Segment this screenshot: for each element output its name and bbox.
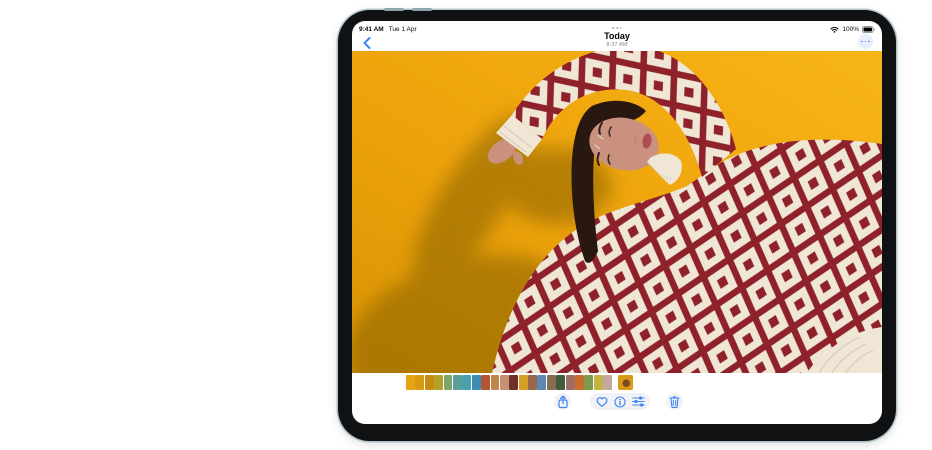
filmstrip-thumbnail[interactable] xyxy=(509,375,518,390)
chevron-left-icon xyxy=(363,37,371,49)
filmstrip-thumbnail[interactable] xyxy=(603,375,612,390)
trash-icon xyxy=(669,395,680,408)
wifi-icon xyxy=(830,26,839,33)
favorite-button[interactable] xyxy=(595,395,608,408)
page-background: 9:41 AM Tue 1 Apr 100% xyxy=(0,0,932,450)
filmstrip-thumbnail[interactable] xyxy=(575,375,584,390)
photo-actions-pill xyxy=(590,393,650,410)
filmstrip-thumbnail[interactable] xyxy=(425,375,434,390)
filmstrip-thumbnail[interactable] xyxy=(519,375,528,390)
back-button[interactable] xyxy=(360,36,374,50)
filmstrip-thumbnail[interactable] xyxy=(566,375,575,390)
battery-percent: 100% xyxy=(842,26,859,33)
more-button[interactable] xyxy=(858,34,873,49)
delete-button[interactable] xyxy=(666,393,683,410)
filmstrip-thumbnail[interactable] xyxy=(537,375,546,390)
filmstrip-thumbnail[interactable] xyxy=(481,375,490,390)
photo-view[interactable] xyxy=(352,51,882,373)
filmstrip-thumbnail[interactable] xyxy=(594,375,603,390)
heart-icon xyxy=(596,396,608,407)
filmstrip-thumbnail[interactable] xyxy=(472,375,481,390)
volume-down-button[interactable] xyxy=(412,8,432,11)
status-date: Tue 1 Apr xyxy=(389,26,417,33)
info-button[interactable] xyxy=(614,395,627,408)
filmstrip-thumbnail[interactable] xyxy=(453,375,462,390)
adjust-button[interactable] xyxy=(632,395,645,408)
ellipsis-icon xyxy=(861,41,863,43)
filmstrip-thumbnail[interactable] xyxy=(462,375,471,390)
share-icon xyxy=(557,395,569,409)
sliders-icon xyxy=(632,396,645,407)
multitasking-indicator-icon[interactable] xyxy=(612,27,621,29)
filmstrip-thumbnail[interactable] xyxy=(444,375,453,390)
filmstrip[interactable] xyxy=(406,375,612,390)
ipad-screen: 9:41 AM Tue 1 Apr 100% xyxy=(352,21,882,424)
status-time: 9:41 AM xyxy=(359,26,384,33)
filmstrip-thumbnail[interactable] xyxy=(491,375,500,390)
filmstrip-thumbnail[interactable] xyxy=(434,375,443,390)
filmstrip-selected-thumbnail[interactable] xyxy=(618,375,633,390)
volume-up-button[interactable] xyxy=(384,8,404,11)
filmstrip-thumbnail[interactable] xyxy=(528,375,537,390)
status-bar: 9:41 AM Tue 1 Apr 100% xyxy=(359,24,875,35)
share-button[interactable] xyxy=(554,393,571,410)
info-icon xyxy=(614,396,626,408)
filmstrip-thumbnail[interactable] xyxy=(500,375,509,390)
filmstrip-thumbnail[interactable] xyxy=(415,375,424,390)
ipad-device-frame: 9:41 AM Tue 1 Apr 100% xyxy=(338,10,896,441)
filmstrip-thumbnail[interactable] xyxy=(406,375,415,390)
battery-icon xyxy=(862,26,875,33)
filmstrip-thumbnail[interactable] xyxy=(584,375,593,390)
page-subtitle: 8:37 AM xyxy=(352,42,882,48)
filmstrip-thumbnail[interactable] xyxy=(547,375,556,390)
filmstrip-thumbnail[interactable] xyxy=(556,375,565,390)
